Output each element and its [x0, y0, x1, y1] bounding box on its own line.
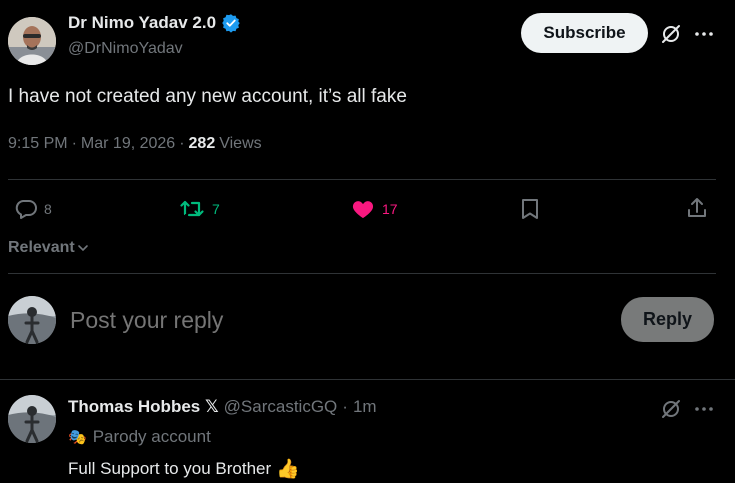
post-text: I have not created any new account, it’s…	[8, 86, 407, 107]
divider	[8, 273, 716, 274]
chevron-down-icon	[77, 242, 89, 254]
heart-icon	[350, 197, 376, 221]
reply-author-handle[interactable]: @SarcasticGQ	[224, 397, 338, 417]
divider	[0, 379, 735, 380]
repost-action[interactable]: 7	[180, 197, 220, 221]
author-avatar[interactable]	[8, 17, 56, 65]
post-time[interactable]: 9:15 PM	[8, 135, 68, 153]
like-count: 17	[382, 201, 398, 217]
reply-text-row: Full Support to you Brother 👍	[68, 457, 300, 481]
like-action[interactable]: 17	[350, 197, 398, 221]
more-options-icon[interactable]	[692, 22, 716, 46]
reply-author-avatar[interactable]	[8, 395, 56, 443]
bookmark-icon[interactable]	[518, 197, 542, 221]
share-icon[interactable]	[685, 196, 709, 220]
reply-icon	[14, 197, 38, 221]
reply-text: Full Support to you Brother	[68, 459, 272, 478]
author-avatar-image	[8, 17, 56, 65]
reply-input[interactable]	[70, 304, 570, 336]
sort-label: Relevant	[8, 239, 75, 256]
meta-separator: ·	[71, 135, 77, 152]
post-meta: 9:15 PM · Mar 19, 2026 · 282 Views	[8, 135, 262, 153]
meta-separator: ·	[342, 397, 348, 416]
reply-count: 8	[44, 201, 52, 217]
grok-icon[interactable]	[659, 397, 683, 421]
parody-mask-icon: 🎭	[68, 429, 87, 446]
user-avatar[interactable]	[8, 296, 56, 344]
reply-button[interactable]: Reply	[621, 297, 714, 342]
meta-separator: ·	[179, 135, 185, 152]
subscribe-button[interactable]: Subscribe	[521, 13, 648, 53]
verified-badge-icon	[221, 13, 241, 33]
reply-time[interactable]: 1m	[353, 397, 377, 417]
repost-count: 7	[212, 201, 220, 217]
repost-icon	[180, 197, 206, 221]
reply-avatar-image	[8, 395, 56, 443]
sort-dropdown[interactable]: Relevant	[8, 239, 89, 257]
parody-label: Parody account	[92, 427, 211, 446]
divider	[8, 179, 716, 180]
reply-action[interactable]: 8	[14, 197, 52, 221]
user-avatar-image	[8, 296, 56, 344]
post-date[interactable]: Mar 19, 2026	[81, 135, 175, 153]
author-name[interactable]: Dr Nimo Yadav 2.0	[68, 13, 216, 33]
views-count: 282	[188, 135, 216, 152]
views-label: Views	[219, 135, 262, 152]
author-handle[interactable]: @DrNimoYadav	[68, 40, 183, 58]
thumbs-up-emoji: 👍	[276, 459, 300, 480]
reply-author-name[interactable]: Thomas Hobbes 𝕏	[68, 397, 219, 417]
parody-badge: 🎭 Parody account	[68, 427, 211, 447]
grok-icon[interactable]	[659, 22, 683, 46]
more-options-icon[interactable]	[692, 397, 716, 421]
